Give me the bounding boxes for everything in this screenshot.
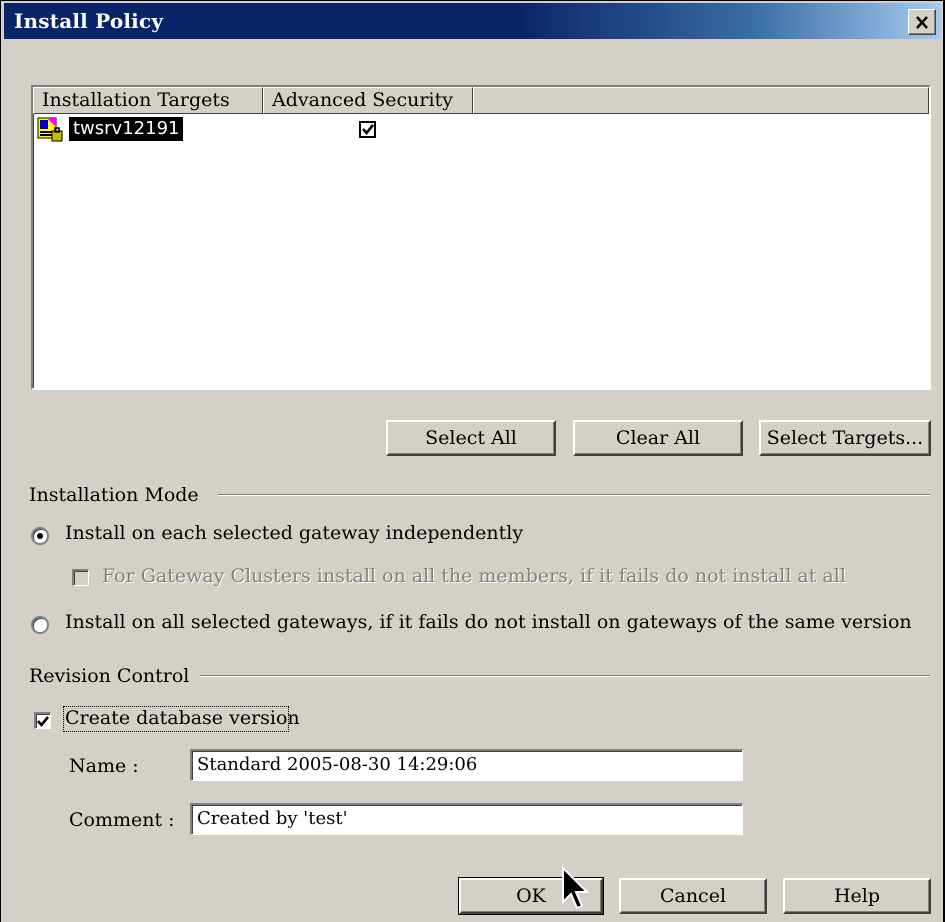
help-button[interactable]: Help <box>783 878 931 914</box>
installation-mode-divider <box>218 494 930 496</box>
install-all-radio[interactable] <box>31 616 49 634</box>
installation-mode-heading: Installation Mode <box>29 484 199 506</box>
advanced-security-checkbox[interactable] <box>359 121 376 138</box>
select-targets-button[interactable]: Select Targets... <box>759 420 931 456</box>
installation-targets-list[interactable]: Installation Targets Advanced Security t… <box>31 85 931 390</box>
close-button[interactable] <box>908 9 936 35</box>
ok-label: OK <box>516 885 546 907</box>
column-header-advanced-security[interactable]: Advanced Security <box>263 87 473 114</box>
check-icon <box>37 715 49 727</box>
gateway-object-icon <box>37 117 63 142</box>
version-comment-input[interactable]: Created by 'test' <box>190 803 743 835</box>
radio-selected-dot <box>37 533 43 539</box>
check-icon <box>361 124 374 135</box>
target-name: twsrv12191 <box>69 117 184 141</box>
create-version-label[interactable]: Create database version <box>65 707 300 729</box>
comment-label: Comment : <box>69 809 175 831</box>
table-row[interactable]: twsrv12191 <box>33 114 929 144</box>
clear-all-button[interactable]: Clear All <box>573 420 743 456</box>
select-all-label: Select All <box>425 427 517 449</box>
column-header-label: Advanced Security <box>272 89 453 111</box>
column-header-label: Installation Targets <box>42 89 230 111</box>
select-all-button[interactable]: Select All <box>386 420 556 456</box>
install-policy-dialog: Install Policy Installation Targets Adva… <box>0 0 945 922</box>
install-independently-radio[interactable] <box>31 527 49 545</box>
cancel-label: Cancel <box>659 885 727 907</box>
install-independently-label[interactable]: Install on each selected gateway indepen… <box>65 522 523 544</box>
create-version-checkbox[interactable] <box>34 712 51 729</box>
cluster-install-label: For Gateway Clusters install on all the … <box>102 565 846 587</box>
mouse-cursor-icon <box>562 866 590 910</box>
window-title: Install Policy <box>14 9 164 33</box>
clear-all-label: Clear All <box>615 427 701 449</box>
cancel-button[interactable]: Cancel <box>619 878 767 914</box>
column-header-filler <box>473 87 929 114</box>
install-all-label[interactable]: Install on all selected gateways, if it … <box>65 611 912 633</box>
close-icon <box>916 15 928 29</box>
column-header-installation-targets[interactable]: Installation Targets <box>33 87 263 114</box>
cluster-install-checkbox[interactable] <box>72 569 89 586</box>
version-name-input[interactable]: Standard 2005-08-30 14:29:06 <box>190 749 743 781</box>
select-targets-label: Select Targets... <box>766 427 924 449</box>
help-label: Help <box>833 885 881 907</box>
title-bar[interactable]: Install Policy <box>4 3 941 39</box>
name-label: Name : <box>69 755 139 777</box>
revision-control-heading: Revision Control <box>29 665 190 687</box>
revision-control-divider <box>200 675 930 677</box>
